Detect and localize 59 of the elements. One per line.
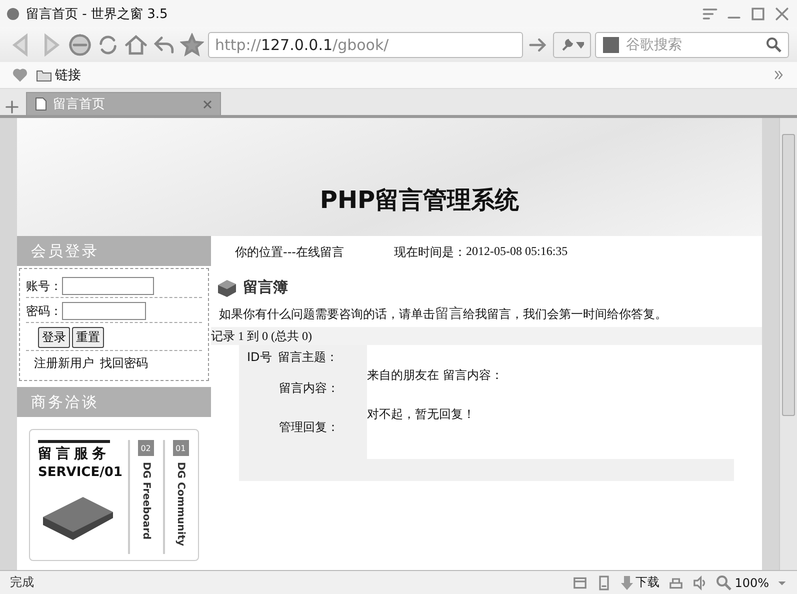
search-engine-icon[interactable]	[602, 36, 620, 54]
id-label: ID号	[247, 349, 272, 366]
heart-icon[interactable]	[12, 67, 28, 83]
ad-card[interactable]: 留言服务 SERVICE/01 02 DG Freeboard 01 DG Community	[29, 429, 199, 561]
ad-heading: 留言服务	[38, 440, 110, 463]
address-bar[interactable]: http://127.0.0.1/gbook/	[208, 32, 523, 58]
section-header: 会员登录	[17, 236, 211, 266]
ad-label: DG Community	[175, 462, 186, 546]
banner-title: PHP留言管理系统	[320, 185, 520, 216]
form-button[interactable]: 登录	[38, 327, 70, 348]
download-button[interactable]: 下载	[620, 574, 660, 591]
close-tab-icon[interactable]	[203, 100, 212, 108]
chevron-icon[interactable]	[773, 69, 785, 81]
time-label: 现在时间是：	[394, 244, 466, 261]
plus-icon[interactable]	[4, 99, 20, 115]
home-icon[interactable]	[124, 32, 148, 56]
zoom-control[interactable]: 100%	[716, 574, 769, 590]
text-link[interactable]: 找回密码	[100, 355, 148, 372]
star-icon[interactable]	[180, 32, 204, 56]
search-box[interactable]: 谷歌搜索	[595, 32, 789, 58]
window-title: 留言首页 - 世界之窗 3.5	[26, 6, 169, 22]
input-field[interactable]	[62, 302, 146, 320]
form-button[interactable]: 重置	[72, 327, 104, 348]
window-icon[interactable]	[572, 574, 588, 590]
page-heading: 留言簿	[243, 278, 288, 297]
download-icon	[620, 574, 634, 590]
scrollbar[interactable]	[779, 118, 797, 570]
ad-label: DG Freeboard	[140, 462, 152, 540]
status-text: 完成	[10, 574, 35, 591]
tools-button[interactable]	[553, 32, 591, 58]
subject-label: 留言主题：	[278, 349, 338, 366]
record-count: 记录 1 到 0 (总共 0)	[211, 327, 762, 345]
field-label: 账号：	[26, 278, 62, 294]
magnifier-icon	[716, 574, 732, 590]
wrench-icon	[560, 36, 584, 52]
message-link[interactable]: 留言	[435, 306, 463, 322]
maximize-icon[interactable]	[749, 4, 767, 22]
speaker-icon[interactable]	[692, 574, 708, 590]
reply-label: 管理回复：	[278, 419, 340, 436]
folder-icon	[36, 68, 52, 82]
ad-number: 02	[138, 440, 154, 456]
content-value: 来自的朋友在 留言内容：	[367, 367, 504, 384]
ad-number: 01	[172, 440, 189, 456]
reply-value: 对不起，暂无回复！	[367, 406, 476, 423]
text-link[interactable]: 注册新用户	[34, 355, 94, 372]
search-icon[interactable]	[766, 36, 782, 52]
field-label: 密码：	[26, 302, 62, 320]
scroll-thumb[interactable]	[782, 134, 795, 416]
ad-subheading: SERVICE/01	[38, 465, 122, 480]
stop-icon[interactable]	[68, 32, 92, 56]
close-icon[interactable]	[773, 4, 791, 22]
input-field[interactable]	[62, 277, 154, 295]
time-value: 2012-05-08 05:16:35	[466, 244, 568, 260]
page-icon	[35, 97, 47, 111]
breadcrumb: 你的位置---在线留言	[235, 244, 344, 261]
intro-text: 如果你有什么问题需要咨询的话，请单击留言给我留言，我们会第一时间给你答复。	[219, 305, 668, 323]
content-label: 留言内容：	[278, 380, 340, 397]
bookmark-link[interactable]: 链接	[36, 66, 81, 84]
section-header: 商务洽谈	[17, 387, 211, 417]
